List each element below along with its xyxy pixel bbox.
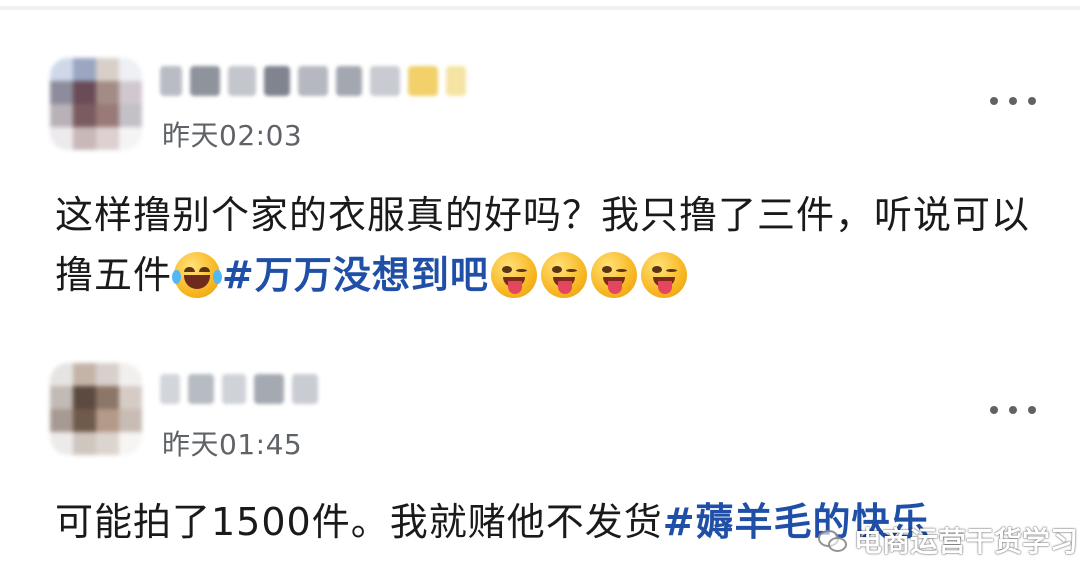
- wechat-watermark: 电商运营干货学习: [818, 520, 1078, 560]
- timestamp: 昨天02:03: [162, 119, 303, 152]
- username-blurred[interactable]: [160, 370, 318, 408]
- wechat-icon: [818, 528, 848, 552]
- avatar[interactable]: [50, 58, 142, 150]
- username-blurred[interactable]: [160, 62, 466, 100]
- more-options-icon[interactable]: [990, 95, 1036, 107]
- more-options-icon[interactable]: [990, 404, 1036, 416]
- timestamp: 昨天01:45: [162, 428, 303, 461]
- laughing-tears-emoji: [172, 252, 223, 298]
- hashtag-link[interactable]: #万万没想到吧: [222, 253, 489, 297]
- watermark-text: 电商运营干货学习: [854, 525, 1079, 558]
- top-divider: [0, 6, 1080, 10]
- post-content: 这样撸别个家的衣服真的好吗？我只撸了三件，听说可以撸五件 #万万没想到吧: [55, 185, 1045, 305]
- winking-tongue-emoji: [590, 252, 637, 298]
- post-text: 可能拍了1500件。我就赌他不发货: [55, 500, 663, 544]
- winking-tongue-emoji: [490, 252, 537, 298]
- winking-tongue-emoji: [640, 252, 687, 298]
- avatar[interactable]: [50, 363, 142, 455]
- winking-tongue-emoji: [540, 252, 587, 298]
